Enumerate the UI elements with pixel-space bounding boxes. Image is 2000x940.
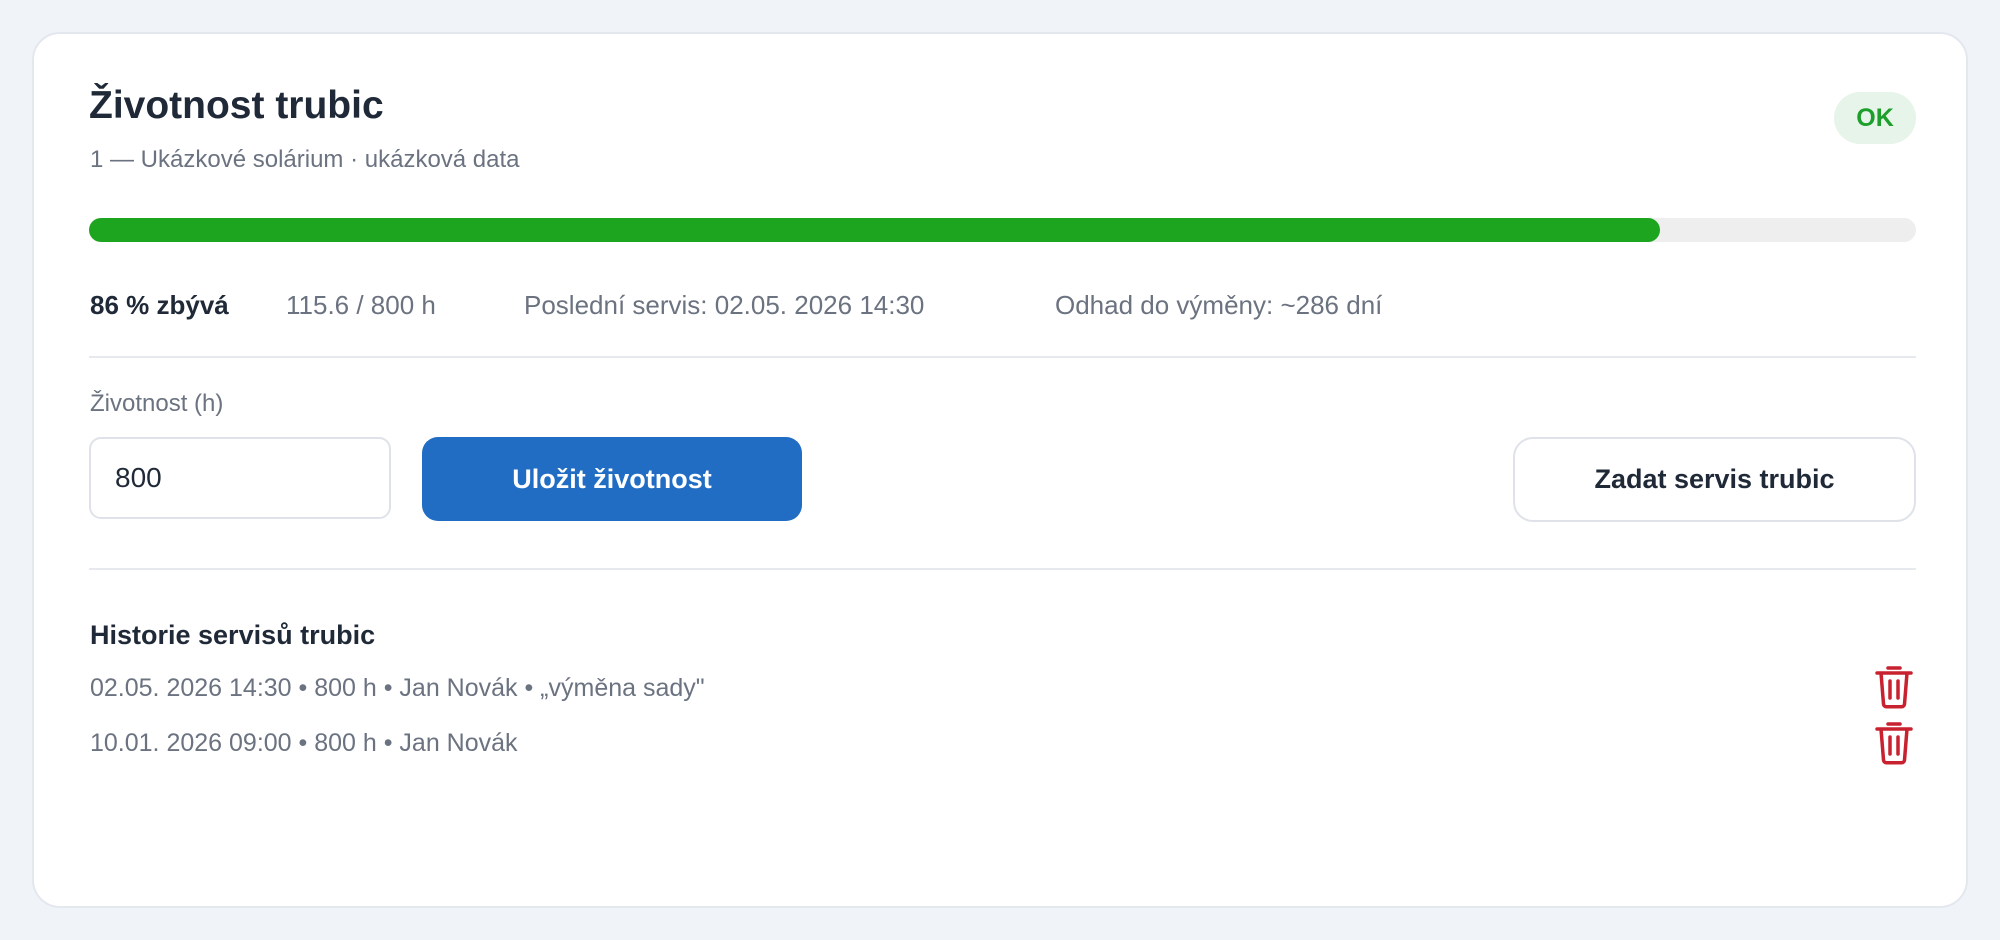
lifetime-field-label: Životnost (h) (90, 390, 224, 417)
divider (89, 568, 1916, 570)
enter-tube-service-button[interactable]: Zadat servis trubic (1513, 437, 1916, 522)
card-subtitle: 1 — Ukázkové solárium · ukázková data (90, 146, 520, 173)
last-service: Poslední servis: 02.05. 2026 14:30 (524, 290, 925, 320)
status-badge: OK (1834, 92, 1916, 144)
tube-lifetime-card: Životnost trubic 1 — Ukázkové solárium ·… (32, 32, 1968, 908)
replacement-estimate: Odhad do výměny: ~286 dní (1055, 290, 1383, 320)
save-lifetime-button[interactable]: Uložit životnost (422, 437, 802, 521)
lifetime-input[interactable] (89, 437, 391, 519)
divider (89, 356, 1916, 358)
hours-used: 115.6 / 800 h (286, 290, 436, 320)
lifetime-progress-bar (89, 218, 1916, 242)
history-title: Historie servisů trubic (90, 620, 376, 650)
card-title: Životnost trubic (89, 84, 384, 127)
lifetime-progress-fill (89, 218, 1661, 242)
history-item: 10.01. 2026 09:00 • 800 h • Jan Novák (90, 729, 518, 757)
history-item: 02.05. 2026 14:30 • 800 h • Jan Novák • … (90, 674, 705, 702)
trash-icon[interactable] (1874, 719, 1914, 765)
remaining-percent: 86 % zbývá (90, 290, 229, 320)
trash-icon[interactable] (1874, 663, 1914, 709)
